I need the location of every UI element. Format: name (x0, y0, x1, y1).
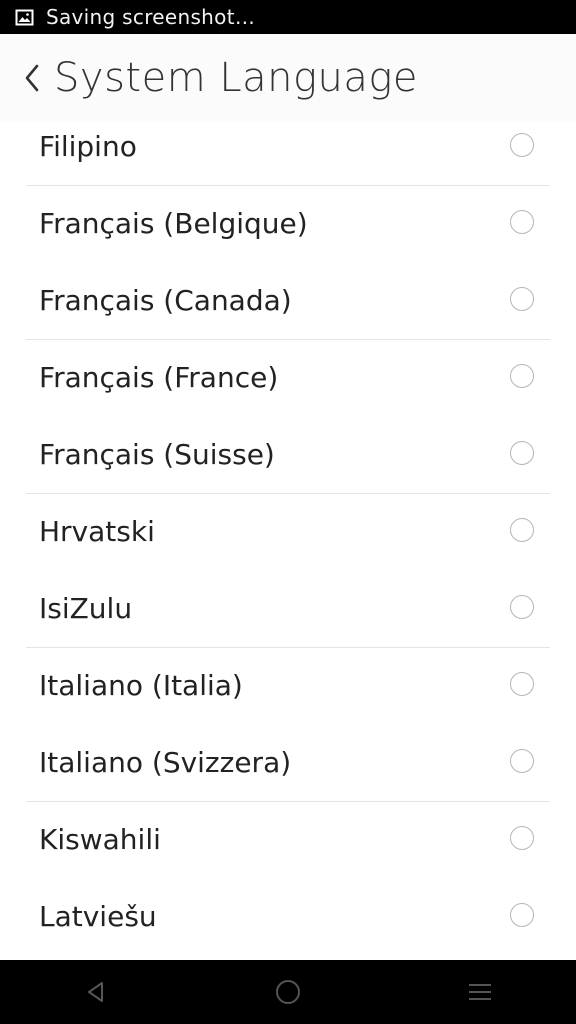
radio-button[interactable] (510, 133, 534, 157)
page-title: System Language (54, 55, 419, 101)
chevron-left-icon (25, 64, 39, 92)
status-bar: Saving screenshot… (0, 0, 576, 34)
radio-button[interactable] (510, 826, 534, 850)
navigation-bar (0, 960, 576, 1024)
radio-button[interactable] (510, 518, 534, 542)
menu-icon (469, 984, 491, 1000)
radio-button[interactable] (510, 364, 534, 388)
language-label: Français (France) (39, 361, 279, 394)
language-label: Kiswahili (39, 823, 161, 856)
nav-back-button[interactable] (76, 972, 116, 1012)
language-option[interactable]: Italiano (Svizzera) (0, 724, 576, 801)
radio-button[interactable] (510, 595, 534, 619)
language-option[interactable]: Français (France) (0, 339, 576, 416)
language-option[interactable]: Latviešu (0, 878, 576, 955)
circle-home-icon (276, 980, 300, 1004)
language-settings-screen: System Language Filipino Français (Belgi… (0, 34, 576, 960)
language-option[interactable]: Filipino (0, 108, 576, 185)
radio-button[interactable] (510, 210, 534, 234)
back-button[interactable] (12, 58, 52, 98)
radio-button[interactable] (510, 672, 534, 696)
language-option[interactable]: Kiswahili (0, 801, 576, 878)
language-label: Français (Belgique) (39, 207, 308, 240)
radio-button[interactable] (510, 441, 534, 465)
language-option[interactable]: Français (Belgique) (0, 185, 576, 262)
language-label: Latviešu (39, 900, 157, 933)
language-label: Français (Canada) (39, 284, 292, 317)
language-label: Italiano (Italia) (39, 669, 243, 702)
language-label: IsiZulu (39, 592, 133, 625)
notification-text: Saving screenshot… (46, 5, 256, 29)
language-label: Français (Suisse) (39, 438, 275, 471)
language-option[interactable]: Français (Canada) (0, 262, 576, 339)
language-option[interactable]: IsiZulu (0, 570, 576, 647)
language-label: Filipino (39, 130, 137, 163)
radio-button[interactable] (510, 903, 534, 927)
language-option[interactable]: Italiano (Italia) (0, 647, 576, 724)
language-option[interactable]: Français (Suisse) (0, 416, 576, 493)
nav-menu-button[interactable] (460, 972, 500, 1012)
radio-button[interactable] (510, 287, 534, 311)
nav-home-button[interactable] (268, 972, 308, 1012)
triangle-back-icon (88, 982, 103, 1002)
image-icon (15, 9, 34, 25)
language-option[interactable]: Hrvatski (0, 493, 576, 570)
language-label: Hrvatski (39, 515, 155, 548)
language-label: Italiano (Svizzera) (39, 746, 292, 779)
radio-button[interactable] (510, 749, 534, 773)
